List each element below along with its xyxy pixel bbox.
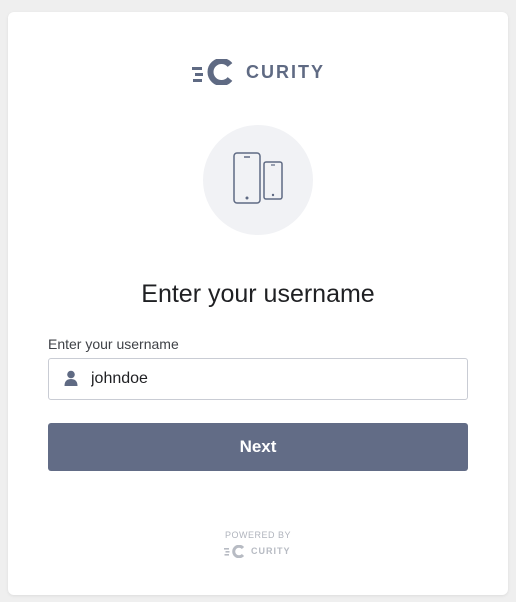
powered-by-label: POWERED BY bbox=[224, 530, 291, 540]
user-icon bbox=[64, 370, 78, 386]
username-input[interactable] bbox=[91, 359, 451, 399]
next-button[interactable]: Next bbox=[48, 423, 468, 471]
brand-name: CURITY bbox=[246, 61, 325, 82]
brand-logo: CURITY bbox=[192, 58, 325, 86]
username-label: Enter your username bbox=[48, 336, 179, 352]
powered-by-brand: CURITY bbox=[251, 546, 291, 556]
login-card: CURITY Enter your username Enter your us… bbox=[8, 12, 508, 595]
page-title: Enter your username bbox=[141, 280, 375, 308]
curity-logo-icon bbox=[192, 59, 233, 85]
mobile-devices-icon bbox=[233, 152, 283, 204]
device-illustration bbox=[203, 125, 313, 235]
username-field-wrapper[interactable] bbox=[48, 358, 468, 400]
powered-by-logo: CURITY bbox=[224, 544, 291, 558]
curity-small-logo-icon bbox=[224, 544, 245, 558]
